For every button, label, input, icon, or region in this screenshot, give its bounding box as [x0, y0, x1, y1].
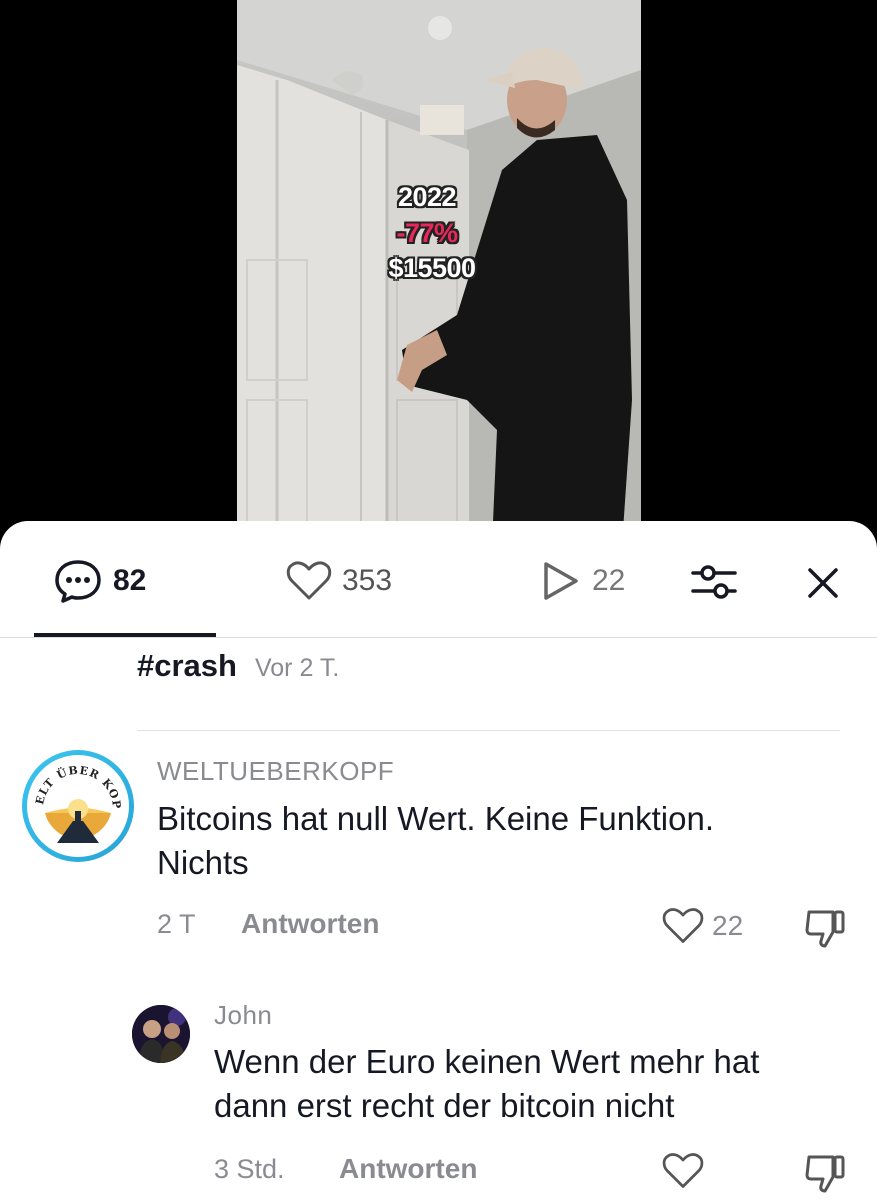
reply-button[interactable]: Antworten	[241, 908, 379, 940]
heart-icon	[286, 561, 332, 600]
reply-button[interactable]: Antworten	[339, 1153, 477, 1185]
comment-text: Wenn der Euro keinen Wert mehr hat dann …	[214, 1040, 759, 1128]
comments-tab[interactable]: 82	[53, 559, 146, 603]
comment-time: 3 Std.	[214, 1154, 285, 1184]
divider	[137, 730, 840, 731]
divider	[0, 637, 877, 638]
comment-text-line: Bitcoins hat null Wert. Keine Funktion.	[157, 800, 715, 837]
play-icon	[544, 562, 578, 600]
dislike-icon[interactable]	[803, 906, 847, 950]
avatar[interactable]	[132, 1005, 190, 1063]
comment-like-count: 22	[712, 910, 744, 941]
heart-icon	[662, 908, 704, 943]
comment-username[interactable]: WELTUEBERKOPF	[157, 756, 394, 787]
comment-icon	[55, 560, 101, 603]
close-icon[interactable]	[803, 563, 843, 603]
video-overlay-year: 2022	[397, 182, 457, 212]
video-player[interactable]: 2022 -77% $15500	[0, 0, 877, 545]
video-overlay-change: -77%	[396, 218, 458, 248]
dislike-icon[interactable]	[803, 1151, 847, 1195]
stats-bar: 82 353 22	[0, 521, 877, 639]
video-frame[interactable]: 2022 -77% $15500	[237, 0, 641, 545]
comment-username[interactable]: John	[214, 1000, 272, 1031]
comment-text-line: Nichts	[157, 844, 249, 881]
comment-text-line: Wenn der Euro keinen Wert mehr hat	[214, 1043, 760, 1080]
shares-count: 22	[592, 564, 626, 597]
likes-count: 353	[342, 564, 393, 597]
video-caption: #crash Vor 2 T.	[137, 648, 339, 684]
john-avatar-photo	[132, 1005, 190, 1063]
heart-icon	[662, 1153, 704, 1188]
comment-text-line: dann erst recht der bitcoin nicht	[214, 1087, 675, 1124]
video-overlay-price: $15500	[388, 253, 476, 283]
caption-time: Vor 2 T.	[254, 654, 340, 682]
caption-hashtag[interactable]: #crash	[137, 648, 237, 684]
avatar[interactable]: WELT ÜBER KOPF	[22, 750, 134, 862]
comment-like-button[interactable]	[662, 1151, 704, 1191]
comments-sheet: 82 353 22 #crash Vor 2 T. ELT ÜBER KOP W…	[0, 521, 877, 1200]
comment-text: Bitcoins hat null Wert. Keine Funktion. …	[157, 797, 714, 885]
comment-time: 2 T	[157, 909, 196, 939]
likes-tab[interactable]: 353	[286, 559, 392, 603]
comments-count: 82	[113, 564, 147, 597]
shares-tab[interactable]: 22	[540, 559, 625, 603]
filter-icon[interactable]	[691, 560, 737, 604]
comment-like-button[interactable]: 22	[662, 906, 743, 946]
weltueberkopf-logo: WELT ÜBER KOPF	[27, 755, 128, 856]
